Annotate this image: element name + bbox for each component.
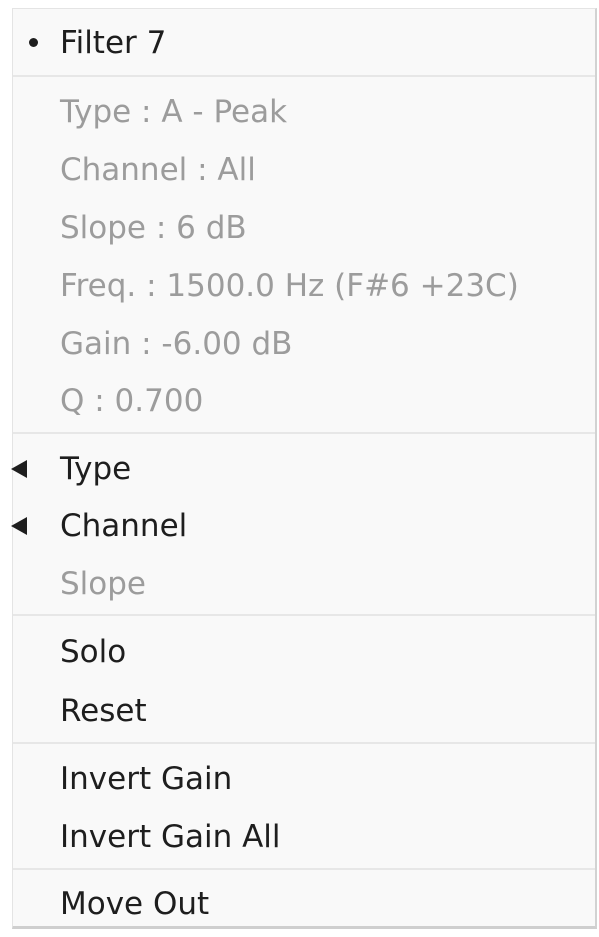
menu-item-move-out[interactable]: Move Out: [13, 875, 595, 933]
info-gain-text: Gain : -6.00 dB: [60, 326, 293, 362]
info-q-text: Q : 0.700: [60, 383, 204, 419]
menu-item-slope: Slope: [13, 555, 595, 613]
menu-item-invert-gain[interactable]: Invert Gain: [13, 750, 595, 808]
info-type: Type : A - Peak: [13, 83, 595, 141]
info-freq: Freq. : 1500.0 Hz (F#6 +23C): [13, 257, 595, 315]
menu-header-filter: Filter 7: [13, 14, 595, 72]
menu-item-move-out-label: Move Out: [60, 886, 210, 922]
menu-item-invert-gain-all[interactable]: Invert Gain All: [13, 808, 595, 866]
submenu-arrow-left-icon: [11, 517, 27, 535]
info-gain: Gain : -6.00 dB: [13, 315, 595, 373]
menu-item-channel-label: Channel: [60, 508, 188, 544]
menu-item-reset-label: Reset: [60, 693, 147, 729]
menu-item-invert-gain-label: Invert Gain: [60, 761, 233, 797]
info-type-text: Type : A - Peak: [60, 94, 288, 130]
info-slope-text: Slope : 6 dB: [60, 210, 247, 246]
menu-separator: [13, 868, 595, 870]
menu-header-label: Filter 7: [60, 25, 167, 61]
menu-separator: [13, 432, 595, 434]
menu-separator: [13, 75, 595, 77]
menu-item-type-label: Type: [60, 451, 132, 487]
info-q: Q : 0.700: [13, 372, 595, 430]
menu-item-type[interactable]: Type: [11, 440, 595, 498]
info-freq-text: Freq. : 1500.0 Hz (F#6 +23C): [60, 268, 519, 304]
info-channel: Channel : All: [13, 141, 595, 199]
filter-context-menu: Filter 7 Type : A - Peak Channel : All S…: [11, 8, 597, 929]
info-channel-text: Channel : All: [60, 152, 256, 188]
menu-item-channel[interactable]: Channel: [11, 497, 595, 555]
menu-separator: [13, 614, 595, 616]
info-slope: Slope : 6 dB: [13, 199, 595, 257]
menu-item-solo-label: Solo: [60, 634, 127, 670]
selected-bullet-icon: [29, 38, 38, 47]
menu-item-slope-label: Slope: [60, 566, 147, 602]
menu-item-solo[interactable]: Solo: [13, 623, 595, 681]
submenu-arrow-left-icon: [11, 460, 27, 478]
menu-item-invert-gain-all-label: Invert Gain All: [60, 819, 281, 855]
menu-separator: [13, 742, 595, 744]
menu-item-reset[interactable]: Reset: [13, 682, 595, 740]
